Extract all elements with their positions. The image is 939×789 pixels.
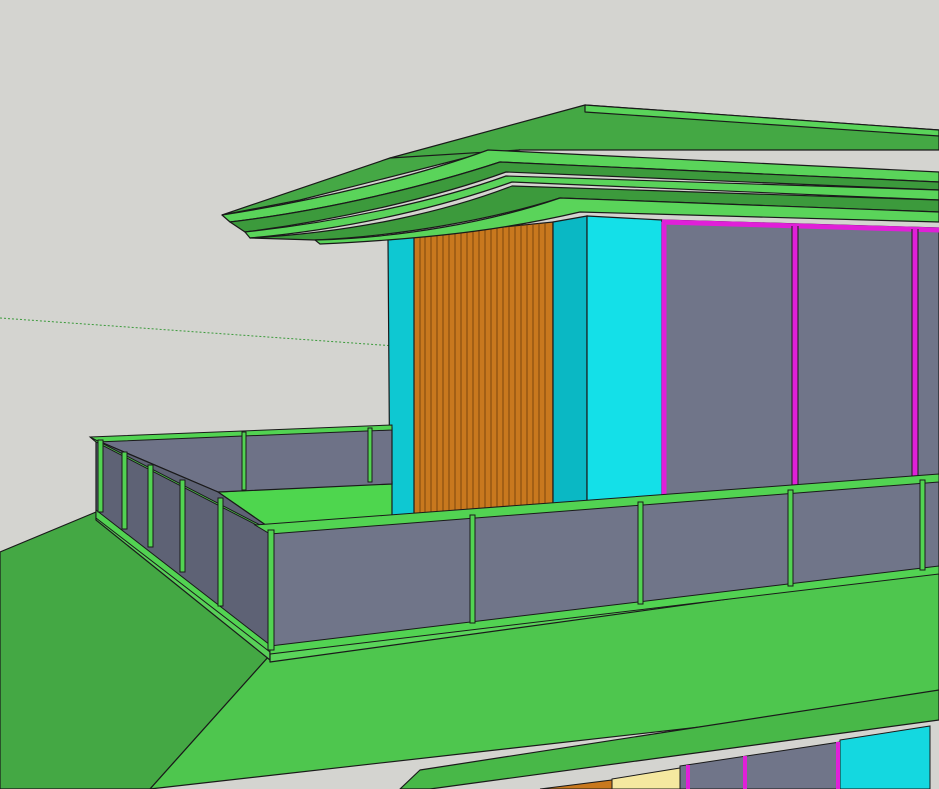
building-model-canvas[interactable] [0,0,939,789]
green-axis-guide [0,317,396,347]
3d-model-viewport[interactable] [0,0,939,789]
